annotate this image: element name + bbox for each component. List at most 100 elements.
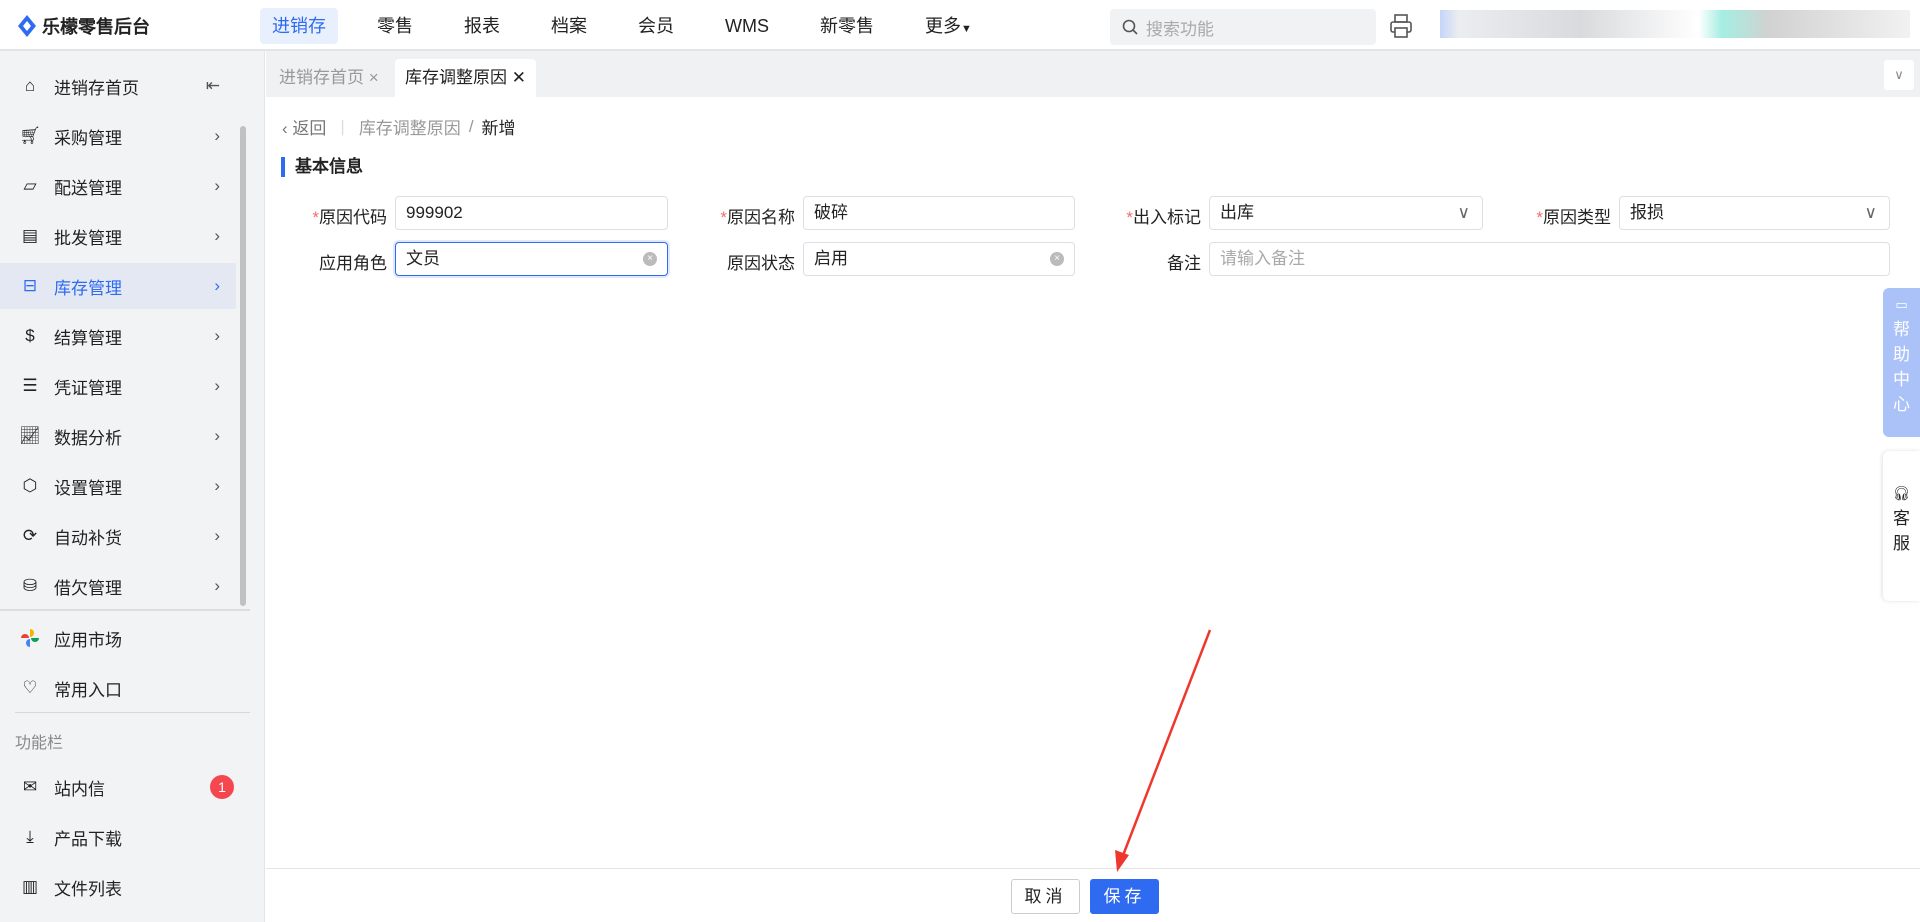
replenish-icon: ⟳: [22, 526, 38, 545]
reason-type-select[interactable]: 报损 ∨: [1619, 196, 1890, 230]
chevron-right-icon: ›: [214, 476, 220, 495]
search-placeholder: 搜索功能: [1146, 19, 1214, 39]
sidebar-item-downloads[interactable]: ⤓ 产品下载: [0, 814, 236, 860]
remark-label: 备注: [1167, 254, 1201, 273]
chevron-right-icon: ›: [214, 426, 220, 445]
sidebar-item-settings[interactable]: ⬡ 设置管理 ›: [0, 463, 236, 509]
tabs-dropdown-button[interactable]: ∨: [1884, 60, 1914, 90]
sidebar-item-voucher[interactable]: ☰ 凭证管理 ›: [0, 363, 236, 409]
chevron-right-icon: ›: [214, 326, 220, 345]
sidebar-item-label: 文件列表: [54, 879, 122, 899]
status-select[interactable]: 启用 ×: [803, 242, 1075, 276]
nav-new-retail[interactable]: 新零售: [808, 8, 886, 44]
search-icon: [1122, 19, 1138, 35]
sidebar-item-messages[interactable]: ✉︎ 站内信 1: [0, 764, 236, 810]
file-list-icon: ▥: [21, 877, 39, 896]
help-center-button[interactable]: ▭ 帮助中心: [1883, 288, 1920, 437]
chart-icon: 📈︎: [19, 426, 41, 445]
sidebar-item-label: 常用入口: [54, 680, 122, 700]
tab-inventory-home[interactable]: 进销存首页 ×: [269, 59, 389, 97]
reason-code-input[interactable]: 999902: [395, 196, 668, 230]
heart-icon: ♡: [22, 678, 38, 697]
help-label: 帮助中心: [1893, 320, 1910, 414]
close-icon[interactable]: ✕: [512, 68, 526, 87]
breadcrumb-current: 新增: [481, 119, 516, 138]
dollar-icon: $: [25, 326, 35, 345]
section-title: 基本信息: [281, 157, 363, 177]
chevron-right-icon: ›: [214, 226, 220, 245]
select-value: 出库: [1220, 203, 1254, 222]
sidebar-item-label: 结算管理: [54, 328, 122, 348]
tab-bar: 进销存首页 × 库存调整原因 ✕ ∨: [266, 51, 1920, 97]
collapse-sidebar-icon[interactable]: ⇤: [206, 76, 220, 96]
customer-service-button[interactable]: 🎧︎ 客服: [1883, 451, 1920, 601]
nav-wms[interactable]: WMS: [713, 8, 781, 44]
coins-icon: ⛁: [22, 576, 38, 595]
caret-down-icon: ▼: [961, 23, 972, 35]
name-label: *原因名称: [720, 208, 795, 227]
sidebar-item-settlement[interactable]: $ 结算管理 ›: [0, 313, 236, 359]
gear-icon: ⬡: [22, 476, 38, 495]
nav-retail[interactable]: 零售: [365, 8, 425, 44]
select-value: 启用: [814, 249, 848, 268]
nav-reports[interactable]: 报表: [452, 8, 512, 44]
sidebar-item-label: 借欠管理: [54, 578, 122, 598]
sidebar-item-label: 产品下载: [54, 829, 122, 849]
save-button[interactable]: 保存: [1090, 879, 1159, 914]
download-icon: ⤓: [26, 827, 34, 846]
sidebar-item-app-market[interactable]: 应用市场: [0, 615, 236, 661]
chevron-right-icon: ›: [214, 526, 220, 545]
logo-icon: [18, 15, 36, 37]
nav-archive[interactable]: 档案: [539, 8, 599, 44]
sidebar: ⌂ 进销存首页 ⇤ 🛒︎ 采购管理 › ▱ 配送管理 › ▤ 批发管理 › ⊟ 库存管理 › $ 结算…: [0, 51, 265, 922]
service-label: 客服: [1893, 509, 1910, 553]
sidebar-scrollbar[interactable]: [240, 126, 246, 606]
sidebar-item-debt[interactable]: ⛁ 借欠管理 ›: [0, 563, 236, 609]
sidebar-item-analytics[interactable]: 📈︎ 数据分析 ›: [0, 413, 236, 459]
search-input[interactable]: 搜索功能: [1110, 9, 1376, 45]
nav-more[interactable]: 更多▼: [913, 8, 984, 44]
sidebar-item-label: 进销存首页: [54, 78, 139, 98]
sidebar-item-label: 自动补货: [54, 528, 122, 548]
breadcrumb: ‹ 返回 | 库存调整原因 / 新增: [282, 114, 516, 139]
section-label: 功能栏: [15, 735, 64, 752]
clear-icon[interactable]: ×: [1050, 252, 1064, 266]
tab-adjust-reason[interactable]: 库存调整原因 ✕: [395, 59, 536, 97]
reason-name-input[interactable]: 破碎: [803, 196, 1075, 230]
cancel-button[interactable]: 取消: [1011, 879, 1080, 914]
sidebar-item-favorites[interactable]: ♡ 常用入口: [0, 665, 236, 711]
sidebar-item-inventory[interactable]: ⊟ 库存管理 ›: [0, 263, 236, 309]
headset-icon: 🎧︎: [1892, 485, 1911, 501]
sidebar-item-distribution[interactable]: ▱ 配送管理 ›: [0, 163, 236, 209]
sidebar-item-label: 站内信: [54, 779, 105, 799]
select-value: 文员: [406, 249, 440, 268]
sidebar-item-label: 数据分析: [54, 428, 122, 448]
sidebar-item-wholesale[interactable]: ▤ 批发管理 ›: [0, 213, 236, 259]
code-label: *原因代码: [312, 208, 387, 227]
close-icon[interactable]: ×: [369, 68, 379, 87]
cart-icon: 🛒︎: [19, 126, 41, 145]
flag-label: *出入标记: [1126, 208, 1201, 227]
role-select[interactable]: 文员 ×: [395, 242, 668, 276]
sidebar-item-purchase[interactable]: 🛒︎ 采购管理 ›: [0, 113, 236, 159]
sidebar-item-home[interactable]: ⌂ 进销存首页 ⇤: [0, 63, 236, 109]
separator: |: [340, 116, 345, 136]
main-content: ‹ 返回 | 库存调整原因 / 新增 基本信息 *原因代码 999902 *原因…: [266, 97, 1890, 868]
clear-icon[interactable]: ×: [643, 252, 657, 266]
nav-members[interactable]: 会员: [626, 8, 686, 44]
sidebar-item-files[interactable]: ▥ 文件列表: [0, 864, 236, 910]
inventory-icon: ⊟: [22, 276, 38, 295]
nav-inventory[interactable]: 进销存: [260, 8, 338, 44]
form-footer: 取消 保存: [266, 868, 1920, 922]
sidebar-item-label: 设置管理: [54, 478, 122, 498]
remark-input[interactable]: 请输入备注: [1209, 242, 1890, 276]
breadcrumb-parent[interactable]: 库存调整原因: [359, 114, 461, 139]
sidebar-item-replenish[interactable]: ⟳ 自动补货 ›: [0, 513, 236, 559]
back-link[interactable]: ‹ 返回: [282, 114, 326, 139]
app-logo[interactable]: 乐檬零售后台: [18, 13, 150, 39]
divider: [15, 712, 250, 713]
in-out-flag-select[interactable]: 出库 ∨: [1209, 196, 1483, 230]
printer-icon[interactable]: [1390, 14, 1412, 38]
app-title: 乐檬零售后台: [42, 17, 150, 37]
user-info-blurred[interactable]: [1440, 10, 1910, 38]
